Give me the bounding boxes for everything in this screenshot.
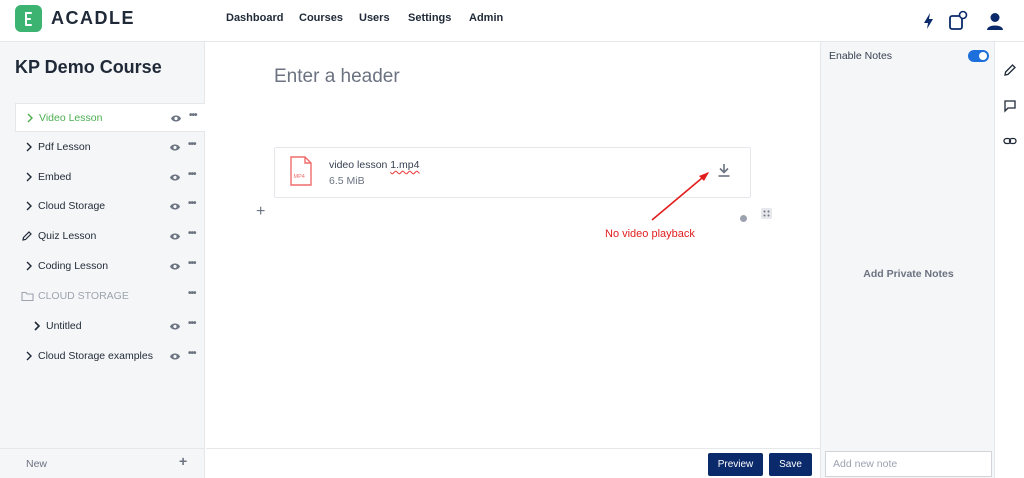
download-icon[interactable]	[716, 162, 732, 178]
enable-notes-label: Enable Notes	[829, 50, 893, 62]
chevron-right-icon	[26, 201, 32, 211]
more-options-icon[interactable]: •••	[188, 228, 196, 239]
chevron-right-icon	[26, 351, 32, 361]
editor-footer: Preview Save	[206, 448, 820, 478]
sidebar-item-quiz-lesson[interactable]: Quiz Lesson •••	[15, 222, 205, 251]
eye-icon[interactable]	[169, 202, 181, 211]
sidebar-footer: New +	[0, 448, 205, 478]
nav-settings[interactable]: Settings	[408, 12, 451, 24]
toggle-knob	[979, 52, 987, 60]
logo-icon[interactable]	[15, 5, 42, 32]
more-options-icon[interactable]: •••	[189, 110, 197, 121]
save-button[interactable]: Save	[769, 453, 812, 476]
preview-button[interactable]: Preview	[708, 453, 763, 476]
folder-icon	[21, 291, 34, 302]
sidebar-item-label: Embed	[38, 171, 72, 183]
add-item-button[interactable]: +	[179, 453, 187, 469]
sidebar-item-label: Video Lesson	[39, 112, 103, 124]
new-note-input[interactable]	[825, 451, 992, 477]
notification-icon[interactable]	[947, 10, 969, 32]
comment-icon[interactable]	[1003, 99, 1017, 113]
sidebar-item-label: Coding Lesson	[38, 260, 109, 272]
nav-admin[interactable]: Admin	[469, 12, 503, 24]
sidebar-item-embed[interactable]: Embed •••	[15, 163, 205, 192]
more-options-icon[interactable]: •••	[188, 288, 196, 299]
edit-icon[interactable]	[1003, 63, 1017, 77]
add-block-button[interactable]: +	[256, 203, 265, 221]
chevron-right-icon	[34, 321, 41, 331]
file-name-prefix: video lesson	[329, 159, 391, 171]
file-name-suffix: 1.mp4	[390, 159, 420, 171]
chevron-right-icon	[26, 261, 32, 271]
app-name: ACADLE	[51, 8, 135, 28]
sidebar-section-label: CLOUD STORAGE	[38, 290, 129, 302]
mp4-file-icon: MP4	[290, 156, 312, 186]
sidebar-item-label: Cloud Storage	[38, 200, 106, 212]
more-options-icon[interactable]: •••	[188, 169, 196, 180]
chevron-right-icon	[27, 113, 33, 123]
pencil-icon	[22, 231, 32, 241]
annotation-text: No video playback	[605, 228, 695, 240]
sidebar-item-video-lesson[interactable]: Video Lesson •••	[15, 103, 205, 132]
enable-notes-toggle[interactable]	[968, 50, 989, 62]
sidebar-item-label: Quiz Lesson	[38, 230, 97, 242]
file-size: 6.5 MiB	[329, 175, 365, 187]
nav-dashboard[interactable]: Dashboard	[226, 12, 283, 24]
top-bar: ACADLE Dashboard Courses Users Settings …	[0, 0, 1024, 42]
header-input[interactable]: Enter a header	[274, 66, 400, 88]
new-item-label[interactable]: New	[26, 458, 47, 470]
status-dot	[740, 215, 747, 222]
sidebar-section-cloud-storage[interactable]: CLOUD STORAGE •••	[15, 282, 205, 311]
nav-courses[interactable]: Courses	[299, 12, 343, 24]
lesson-editor: Enter a header MP4 video lesson 1.mp4 6.…	[206, 42, 820, 478]
eye-icon[interactable]	[169, 352, 181, 361]
link-icon[interactable]	[1003, 134, 1017, 148]
notes-empty-text: Add Private Notes	[863, 268, 954, 280]
more-options-icon[interactable]: •••	[188, 139, 196, 150]
eye-icon[interactable]	[170, 114, 182, 123]
file-name: video lesson 1.mp4	[329, 159, 419, 171]
more-options-icon[interactable]: •••	[188, 318, 196, 329]
more-options-icon[interactable]: •••	[188, 258, 196, 269]
more-options-icon[interactable]: •••	[188, 348, 196, 359]
nav-users[interactable]: Users	[359, 12, 390, 24]
lightning-icon[interactable]	[918, 10, 940, 32]
right-rail	[996, 42, 1024, 478]
drag-handle-icon[interactable]	[761, 208, 772, 219]
eye-icon[interactable]	[169, 262, 181, 271]
sidebar-item-label: Pdf Lesson	[38, 141, 91, 153]
chevron-right-icon	[26, 142, 32, 152]
sidebar-item-coding-lesson[interactable]: Coding Lesson •••	[15, 252, 205, 281]
eye-icon[interactable]	[169, 143, 181, 152]
annotation-arrow	[651, 172, 709, 221]
sidebar-item-pdf-lesson[interactable]: Pdf Lesson •••	[15, 133, 205, 162]
eye-icon[interactable]	[169, 173, 181, 182]
user-avatar-icon[interactable]	[984, 10, 1006, 32]
sidebar-item-label: Cloud Storage examples	[38, 350, 153, 362]
chevron-right-icon	[26, 172, 32, 182]
more-options-icon[interactable]: •••	[188, 198, 196, 209]
eye-icon[interactable]	[169, 232, 181, 241]
course-title: KP Demo Course	[15, 57, 162, 77]
file-type-badge: MP4	[294, 174, 305, 180]
sidebar-item-cloud-storage-examples[interactable]: Cloud Storage examples •••	[15, 342, 205, 371]
course-sidebar: KP Demo Course Video Lesson ••• Pdf Less…	[0, 42, 205, 478]
eye-icon[interactable]	[169, 322, 181, 331]
notes-panel: Enable Notes Add Private Notes	[820, 42, 995, 478]
sidebar-item-label: Untitled	[46, 320, 82, 332]
sidebar-item-untitled[interactable]: Untitled •••	[15, 312, 205, 341]
sidebar-item-cloud-storage[interactable]: Cloud Storage •••	[15, 192, 205, 221]
